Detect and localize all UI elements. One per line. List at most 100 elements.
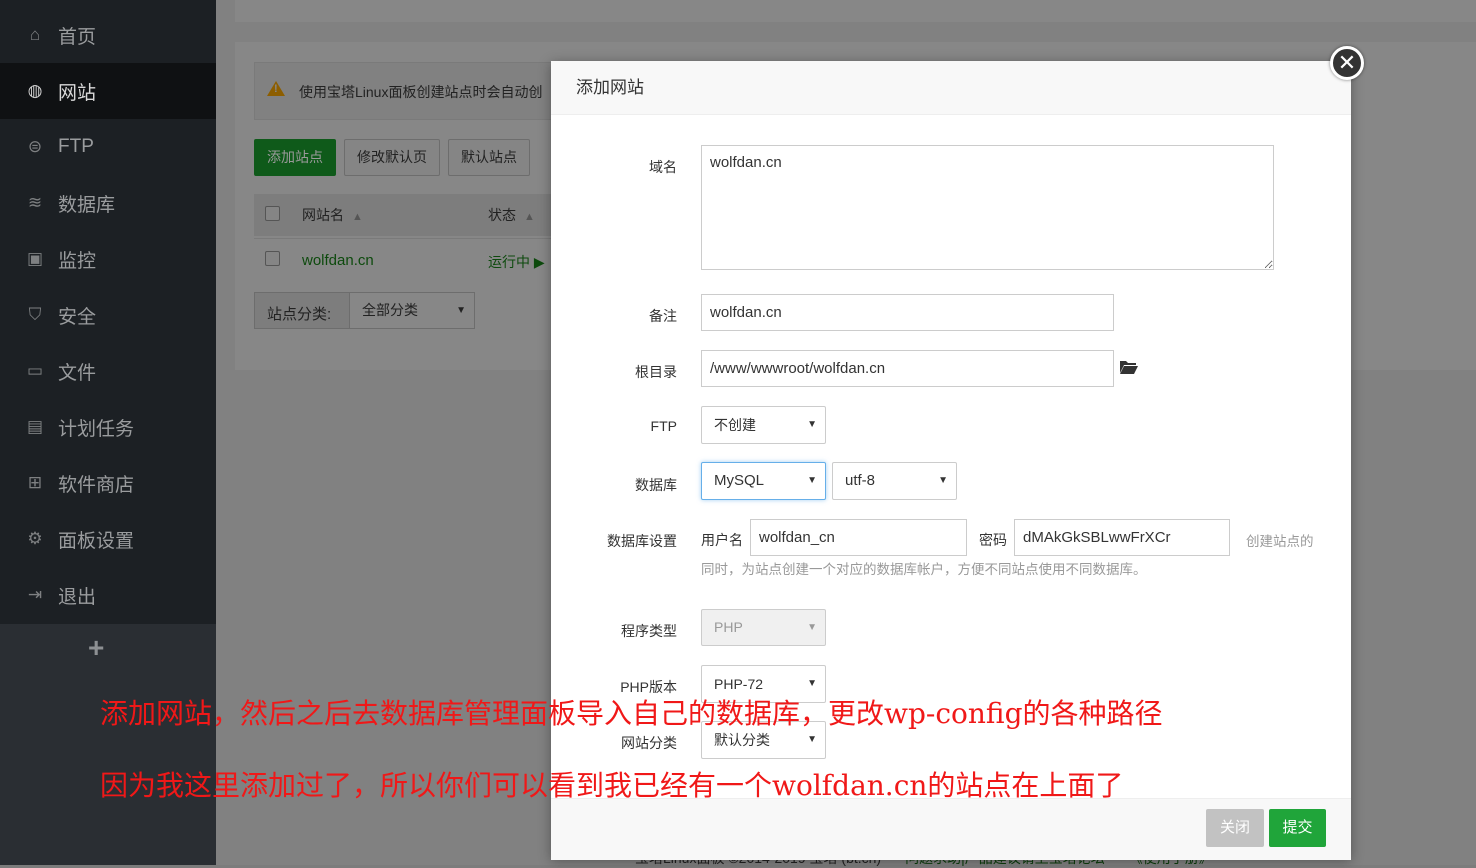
site-category-value: 全部分类 [362, 302, 418, 318]
sidebar-item-5[interactable]: ⛉ 安全 [0, 287, 216, 343]
db-hint-1: 创建站点的 [1246, 534, 1314, 549]
chevron-down-icon: ▼ [807, 622, 817, 633]
sidebar-item-10[interactable]: ⇥ 退出 [0, 567, 216, 623]
sidebar-item-label: 数据库 [58, 194, 116, 216]
sidebar-item-3[interactable]: ≋ 数据库 [0, 175, 216, 231]
chevron-down-icon: ▼ [807, 419, 817, 430]
database-select-value: MySQL [714, 472, 765, 489]
add-site-button[interactable]: 添加站点 [254, 139, 336, 176]
ftp-select[interactable]: 不创建 ▼ [701, 406, 826, 444]
site-category-filter: 站点分类: 全部分类 ▼ [254, 292, 475, 329]
notice-text: 使用宝塔Linux面板创建站点时会自动创 [299, 84, 543, 100]
submit-button[interactable]: 提交 [1269, 809, 1326, 847]
close-icon[interactable]: ✕ [1330, 46, 1364, 80]
site-status[interactable]: 运行中 ▶ [488, 252, 545, 272]
sidebar-lower [0, 624, 216, 865]
sidebar-menu: ⌂ 首页 ◍ 网站 ⊜ FTP ≋ 数据库 ▣ 监控 ⛉ 安全 ▭ 文件 ▤ 计划任务 ⊞ 软件商店 ⚙ 面板设置 ⇥ 退… [0, 7, 216, 623]
php-version-value: PHP-72 [714, 676, 764, 692]
sidebar-item-0[interactable]: ⌂ 首页 [0, 7, 216, 63]
gear-icon: ⚙ [27, 529, 43, 548]
warning-icon: ! [267, 81, 285, 96]
sidebar-item-label: 监控 [58, 250, 97, 272]
remark-label: 备注 [649, 308, 677, 324]
edit-default-page-button[interactable]: 修改默认页 [344, 139, 440, 176]
logout-icon: ⇥ [27, 585, 43, 604]
sidebar-item-9[interactable]: ⚙ 面板设置 [0, 511, 216, 567]
default-site-button[interactable]: 默认站点 [448, 139, 530, 176]
database-select[interactable]: MySQL ▼ [701, 462, 826, 500]
sidebar-item-2[interactable]: ⊜ FTP [0, 119, 216, 175]
database-icon: ≋ [27, 193, 43, 212]
row-checkbox[interactable] [265, 251, 280, 266]
calendar-icon: ▤ [26, 417, 44, 436]
domain-textarea[interactable]: wolfdan.cn [701, 145, 1274, 270]
sidebar-item-label: 网站 [58, 82, 97, 104]
top-card [235, 0, 1476, 22]
root-dir-label: 根目录 [635, 364, 677, 380]
chevron-down-icon: ▼ [938, 475, 948, 486]
db-user-label: 用户名 [701, 532, 743, 548]
folder-icon: ▭ [26, 361, 44, 380]
site-class-label: 网站分类 [621, 735, 677, 751]
sidebar: ⌂ 首页 ◍ 网站 ⊜ FTP ≋ 数据库 ▣ 监控 ⛉ 安全 ▭ 文件 ▤ 计划任务 ⊞ 软件商店 ⚙ 面板设置 ⇥ 退… [0, 0, 216, 865]
notice-box: ! 使用宝塔Linux面板创建站点时会自动创 [254, 62, 574, 120]
sidebar-item-8[interactable]: ⊞ 软件商店 [0, 455, 216, 511]
charset-select[interactable]: utf-8 ▼ [832, 462, 957, 500]
db-hint-2: 同时，为站点创建一个对应的数据库帐户，方便不同站点使用不同数据库。 [701, 562, 1147, 577]
sort-icon: ▲ [352, 211, 363, 223]
monitor-icon: ▣ [26, 249, 44, 268]
grid-icon: ⊞ [27, 473, 43, 492]
db-password-label: 密码 [979, 532, 1007, 548]
sidebar-item-label: 软件商店 [58, 474, 135, 496]
sort-icon: ▲ [524, 211, 535, 223]
sidebar-item-label: 首页 [58, 26, 97, 48]
ftp-label: FTP [650, 418, 677, 434]
chevron-down-icon: ▼ [456, 305, 466, 316]
charset-select-value: utf-8 [845, 472, 876, 489]
domain-label: 域名 [649, 159, 677, 175]
table-row: wolfdan.cn 运行中 ▶ [254, 238, 554, 281]
sidebar-item-label: 退出 [58, 586, 97, 608]
shield-icon: ⛉ [28, 305, 42, 324]
sidebar-item-6[interactable]: ▭ 文件 [0, 343, 216, 399]
toolbar: 添加站点 修改默认页 默认站点 [254, 139, 530, 176]
dialog-title: 添加网站 [551, 61, 1351, 115]
sidebar-item-label: 文件 [58, 362, 97, 384]
select-all-checkbox[interactable] [265, 206, 280, 221]
add-site-dialog: 添加网站 域名 wolfdan.cn 备注 wolfdan.cn 根目录 /ww… [551, 61, 1351, 860]
db-settings-label: 数据库设置 [607, 533, 677, 549]
site-class-value: 默认分类 [714, 732, 770, 748]
column-status-label: 状态 [488, 207, 516, 223]
annotation-line-1: 添加网站，然后之后去数据库管理面板导入自己的数据库，更改wp-config的各种… [100, 697, 1163, 730]
sidebar-item-label: 计划任务 [58, 418, 135, 440]
globe-icon: ◍ [27, 81, 43, 100]
site-category-select[interactable]: 全部分类 ▼ [349, 292, 475, 329]
ftp-icon: ⊜ [27, 137, 43, 156]
root-dir-input[interactable]: /www/wwwroot/wolfdan.cn [701, 350, 1114, 387]
program-type-select: PHP ▼ [701, 609, 826, 646]
home-icon: ⌂ [29, 25, 41, 44]
column-site-name-label: 网站名 [302, 207, 344, 223]
table-header: 网站名 ▲ 状态 ▲ [254, 194, 554, 236]
column-status[interactable]: 状态 ▲ [488, 205, 535, 225]
site-category-label: 站点分类: [267, 306, 332, 323]
annotation-line-2: 因为我这里添加过了，所以你们可以看到我已经有一个wolfdan.cn的站点在上面… [100, 769, 1124, 802]
site-name-link[interactable]: wolfdan.cn [302, 252, 374, 269]
column-site-name[interactable]: 网站名 ▲ [302, 205, 363, 225]
folder-open-icon[interactable] [1119, 359, 1139, 380]
sidebar-item-label: FTP [58, 136, 94, 157]
sidebar-item-1[interactable]: ◍ 网站 [0, 63, 216, 119]
remark-input[interactable]: wolfdan.cn [701, 294, 1114, 331]
program-type-label: 程序类型 [621, 623, 677, 639]
db-username-input[interactable]: wolfdan_cn [750, 519, 967, 556]
sidebar-item-4[interactable]: ▣ 监控 [0, 231, 216, 287]
close-button[interactable]: 关闭 [1206, 809, 1264, 847]
sidebar-item-7[interactable]: ▤ 计划任务 [0, 399, 216, 455]
ftp-select-value: 不创建 [714, 417, 756, 433]
db-password-input[interactable]: dMAkGkSBLwwFrXCr [1014, 519, 1230, 556]
add-menu-icon[interactable]: + [88, 632, 104, 664]
sidebar-item-label: 面板设置 [58, 530, 135, 552]
database-label: 数据库 [635, 477, 677, 493]
chevron-down-icon: ▼ [807, 475, 817, 486]
sidebar-item-label: 安全 [58, 306, 97, 328]
